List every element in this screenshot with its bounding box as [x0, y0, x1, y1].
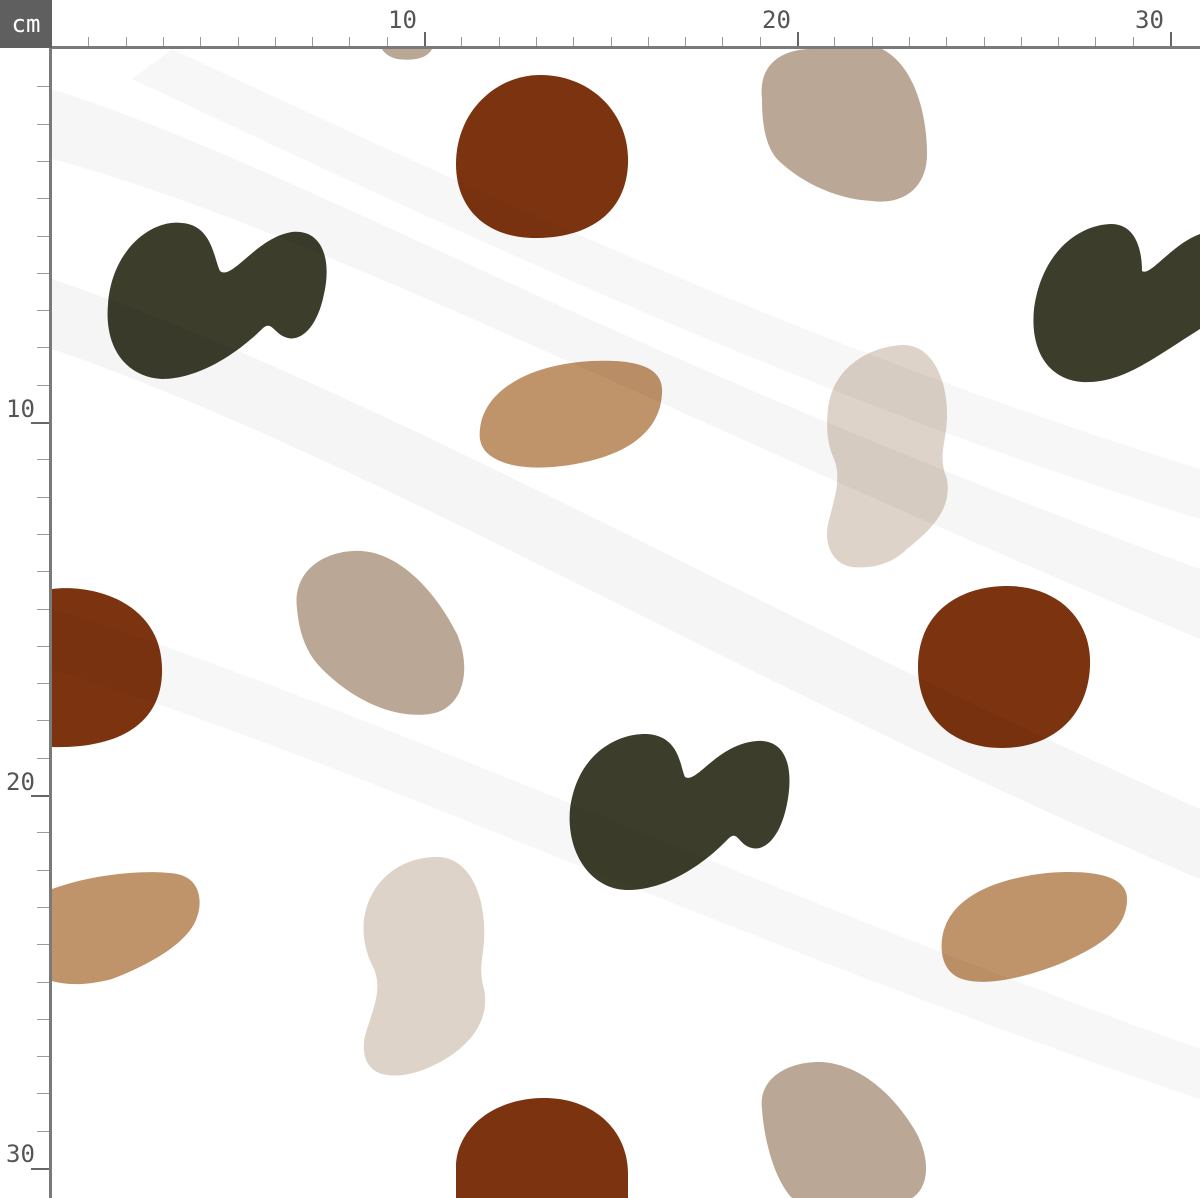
top-ruler-tick — [1020, 37, 1022, 46]
left-ruler-tick — [37, 683, 49, 685]
top-ruler-tick — [125, 37, 127, 46]
top-ruler-tick — [424, 32, 426, 46]
left-ruler-tick — [37, 832, 49, 834]
sand-blob — [52, 872, 200, 985]
top-ruler-tick — [983, 37, 985, 46]
taupe-blob — [382, 49, 432, 60]
unit-label: cm — [0, 0, 52, 48]
left-ruler — [0, 48, 52, 1198]
top-ruler-tick — [349, 37, 351, 46]
taupe-blob — [761, 49, 927, 202]
left-ruler-tick — [37, 1093, 49, 1095]
top-ruler-tick — [871, 37, 873, 46]
top-ruler-tick — [88, 37, 90, 46]
rust-dot — [456, 1097, 628, 1198]
top-ruler-tick — [312, 37, 314, 46]
left-ruler-tick — [37, 1018, 49, 1020]
left-ruler-tick — [37, 310, 49, 312]
left-ruler-label-10: 10 — [6, 395, 35, 423]
left-ruler-label-20: 20 — [6, 768, 35, 796]
top-ruler-tick — [685, 37, 687, 46]
top-ruler-tick — [386, 37, 388, 46]
top-ruler-label-20: 20 — [762, 6, 791, 34]
top-ruler-tick — [535, 37, 537, 46]
left-ruler-tick — [37, 198, 49, 200]
left-ruler-tick — [31, 1168, 49, 1170]
left-ruler-tick — [37, 384, 49, 386]
left-ruler-tick — [37, 645, 49, 647]
top-ruler-tick — [647, 37, 649, 46]
top-ruler-tick — [1095, 37, 1097, 46]
olive-blob — [1033, 224, 1200, 383]
top-ruler-tick — [610, 37, 612, 46]
left-ruler-tick — [37, 944, 49, 946]
fabric-swatch — [52, 49, 1200, 1198]
left-ruler-label-30: 30 — [6, 1140, 35, 1168]
top-ruler-label-30: 30 — [1135, 6, 1164, 34]
left-ruler-tick — [37, 86, 49, 88]
left-ruler-tick — [37, 160, 49, 162]
top-ruler-tick — [1132, 37, 1134, 46]
left-ruler-tick — [37, 272, 49, 274]
fabric-pattern — [52, 49, 1200, 1198]
taupe-blob — [761, 1061, 927, 1198]
left-ruler-tick — [37, 1056, 49, 1058]
top-ruler-tick — [461, 37, 463, 46]
left-ruler-tick — [37, 869, 49, 871]
top-ruler-tick — [237, 37, 239, 46]
left-ruler-tick — [37, 347, 49, 349]
top-ruler-tick — [274, 37, 276, 46]
top-ruler-tick — [1170, 32, 1172, 46]
top-ruler-tick — [498, 37, 500, 46]
left-ruler-tick — [37, 496, 49, 498]
taupe-blob — [296, 550, 465, 715]
left-ruler-tick — [37, 720, 49, 722]
top-ruler-label-10: 10 — [388, 6, 417, 34]
left-ruler-tick — [37, 981, 49, 983]
left-ruler-tick — [31, 795, 49, 797]
left-ruler-tick — [37, 459, 49, 461]
top-ruler-tick — [797, 32, 799, 46]
left-ruler-tick — [37, 906, 49, 908]
top-ruler-tick — [834, 37, 836, 46]
top-ruler-tick — [759, 37, 761, 46]
left-ruler-tick — [37, 235, 49, 237]
top-ruler-tick — [722, 37, 724, 46]
top-ruler-tick — [946, 37, 948, 46]
top-ruler-tick — [200, 37, 202, 46]
left-ruler-tick — [37, 1130, 49, 1132]
left-ruler-tick — [37, 608, 49, 610]
top-ruler-tick — [908, 37, 910, 46]
cream-blob — [363, 857, 486, 1076]
top-ruler — [52, 0, 1200, 50]
top-ruler-tick — [573, 37, 575, 46]
top-ruler-tick — [162, 37, 164, 46]
left-ruler-tick — [37, 123, 49, 125]
left-ruler-tick — [31, 422, 49, 424]
left-ruler-tick — [37, 571, 49, 573]
left-ruler-tick — [37, 757, 49, 759]
top-ruler-tick — [1058, 37, 1060, 46]
left-ruler-tick — [37, 533, 49, 535]
